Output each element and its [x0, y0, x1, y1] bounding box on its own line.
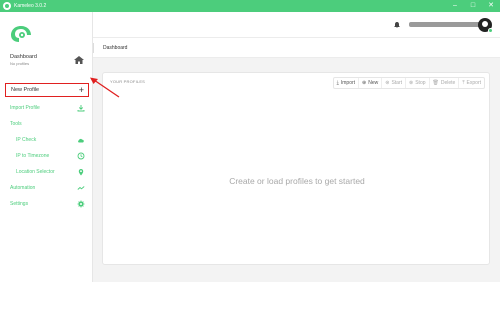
sidebar-item-settings[interactable]: Settings: [0, 197, 93, 211]
stop-icon: ⊗: [409, 80, 414, 86]
bell-icon[interactable]: [393, 21, 401, 29]
new-button-label: New: [368, 80, 379, 86]
breadcrumb-bar: Dashboard: [93, 38, 500, 58]
plus-circle-icon: ⊕: [362, 80, 367, 86]
ip-check-label: IP Check: [16, 137, 37, 143]
header: [93, 12, 500, 38]
sidebar-item-import-profile[interactable]: Import Profile: [0, 101, 93, 115]
import-button[interactable]: ⤓ Import: [334, 78, 360, 88]
settings-label: Settings: [10, 201, 29, 207]
download-icon: ⤓: [336, 80, 339, 86]
app-window: Kameleo 3.0.2 – □ ✕ Dashboard No profile…: [0, 0, 500, 282]
sidebar-item-new-profile[interactable]: New Profile +: [5, 83, 89, 97]
maximize-button[interactable]: □: [464, 0, 482, 12]
home-icon: [74, 56, 84, 64]
tools-label: Tools: [10, 121, 22, 127]
stop-button[interactable]: ⊗ Stop: [406, 78, 430, 88]
export-button-label: Export: [466, 80, 481, 86]
new-profile-label: New Profile: [11, 87, 40, 93]
location-selector-label: Location Selector: [16, 169, 55, 175]
title-bar: Kameleo 3.0.2 – □ ✕: [0, 0, 500, 12]
ip-to-timezone-label: IP to Timezone: [16, 153, 50, 159]
kameleo-logo[interactable]: [9, 24, 33, 44]
gear-icon: [77, 200, 85, 208]
graph-icon: [77, 186, 85, 190]
app-icon: [3, 2, 11, 10]
clock-icon: [77, 152, 85, 160]
profile-toolbar: ⤓ Import ⊕ New ⊛ Start ⊗ Stop 🗑 Delete ⤒: [332, 77, 485, 89]
close-button[interactable]: ✕: [482, 0, 500, 12]
dashboard-title: Dashboard: [10, 54, 37, 60]
breadcrumb[interactable]: Dashboard: [103, 45, 127, 51]
sidebar: Dashboard No profiles New Profile + Impo…: [0, 12, 93, 282]
import-button-label: Import: [340, 80, 356, 86]
sidebar-item-tools[interactable]: Tools: [0, 117, 93, 131]
profiles-panel: YOUR PROFILES ⤓ Import ⊕ New ⊛ Start ⊗ S…: [102, 72, 490, 265]
sidebar-item-automation[interactable]: Automation: [0, 181, 93, 195]
pin-icon: [78, 169, 84, 176]
automation-label: Automation: [10, 185, 36, 191]
sidebar-item-ip-check[interactable]: IP Check: [0, 133, 93, 147]
start-button-label: Start: [391, 80, 403, 86]
start-button[interactable]: ⊛ Start: [382, 78, 407, 88]
cloud-icon: [78, 138, 84, 143]
upload-icon: ⤒: [462, 80, 465, 86]
window-title: Kameleo 3.0.2: [14, 3, 47, 9]
empty-state-message: Create or load profiles to get started: [229, 176, 365, 186]
stop-button-label: Stop: [415, 80, 426, 86]
breadcrumb-divider: [93, 43, 94, 53]
online-status-dot: [488, 28, 493, 33]
dashboard-subtitle: No profiles: [10, 61, 30, 66]
plus-icon: +: [78, 85, 84, 95]
minimize-button[interactable]: –: [446, 0, 464, 12]
delete-button-label: Delete: [440, 80, 456, 86]
annotation-arrow: [90, 77, 120, 98]
user-name-bar[interactable]: [409, 22, 481, 27]
import-profile-label: Import Profile: [10, 105, 40, 111]
import-icon: [77, 105, 85, 112]
new-button[interactable]: ⊕ New: [359, 78, 383, 88]
sidebar-item-ip-to-timezone[interactable]: IP to Timezone: [0, 149, 93, 163]
avatar[interactable]: [478, 18, 493, 33]
trash-icon: 🗑: [432, 80, 439, 86]
delete-button[interactable]: 🗑 Delete: [430, 78, 460, 88]
play-icon: ⊛: [385, 80, 390, 86]
sidebar-item-location-selector[interactable]: Location Selector: [0, 165, 93, 179]
export-button[interactable]: ⤒ Export: [459, 78, 484, 88]
